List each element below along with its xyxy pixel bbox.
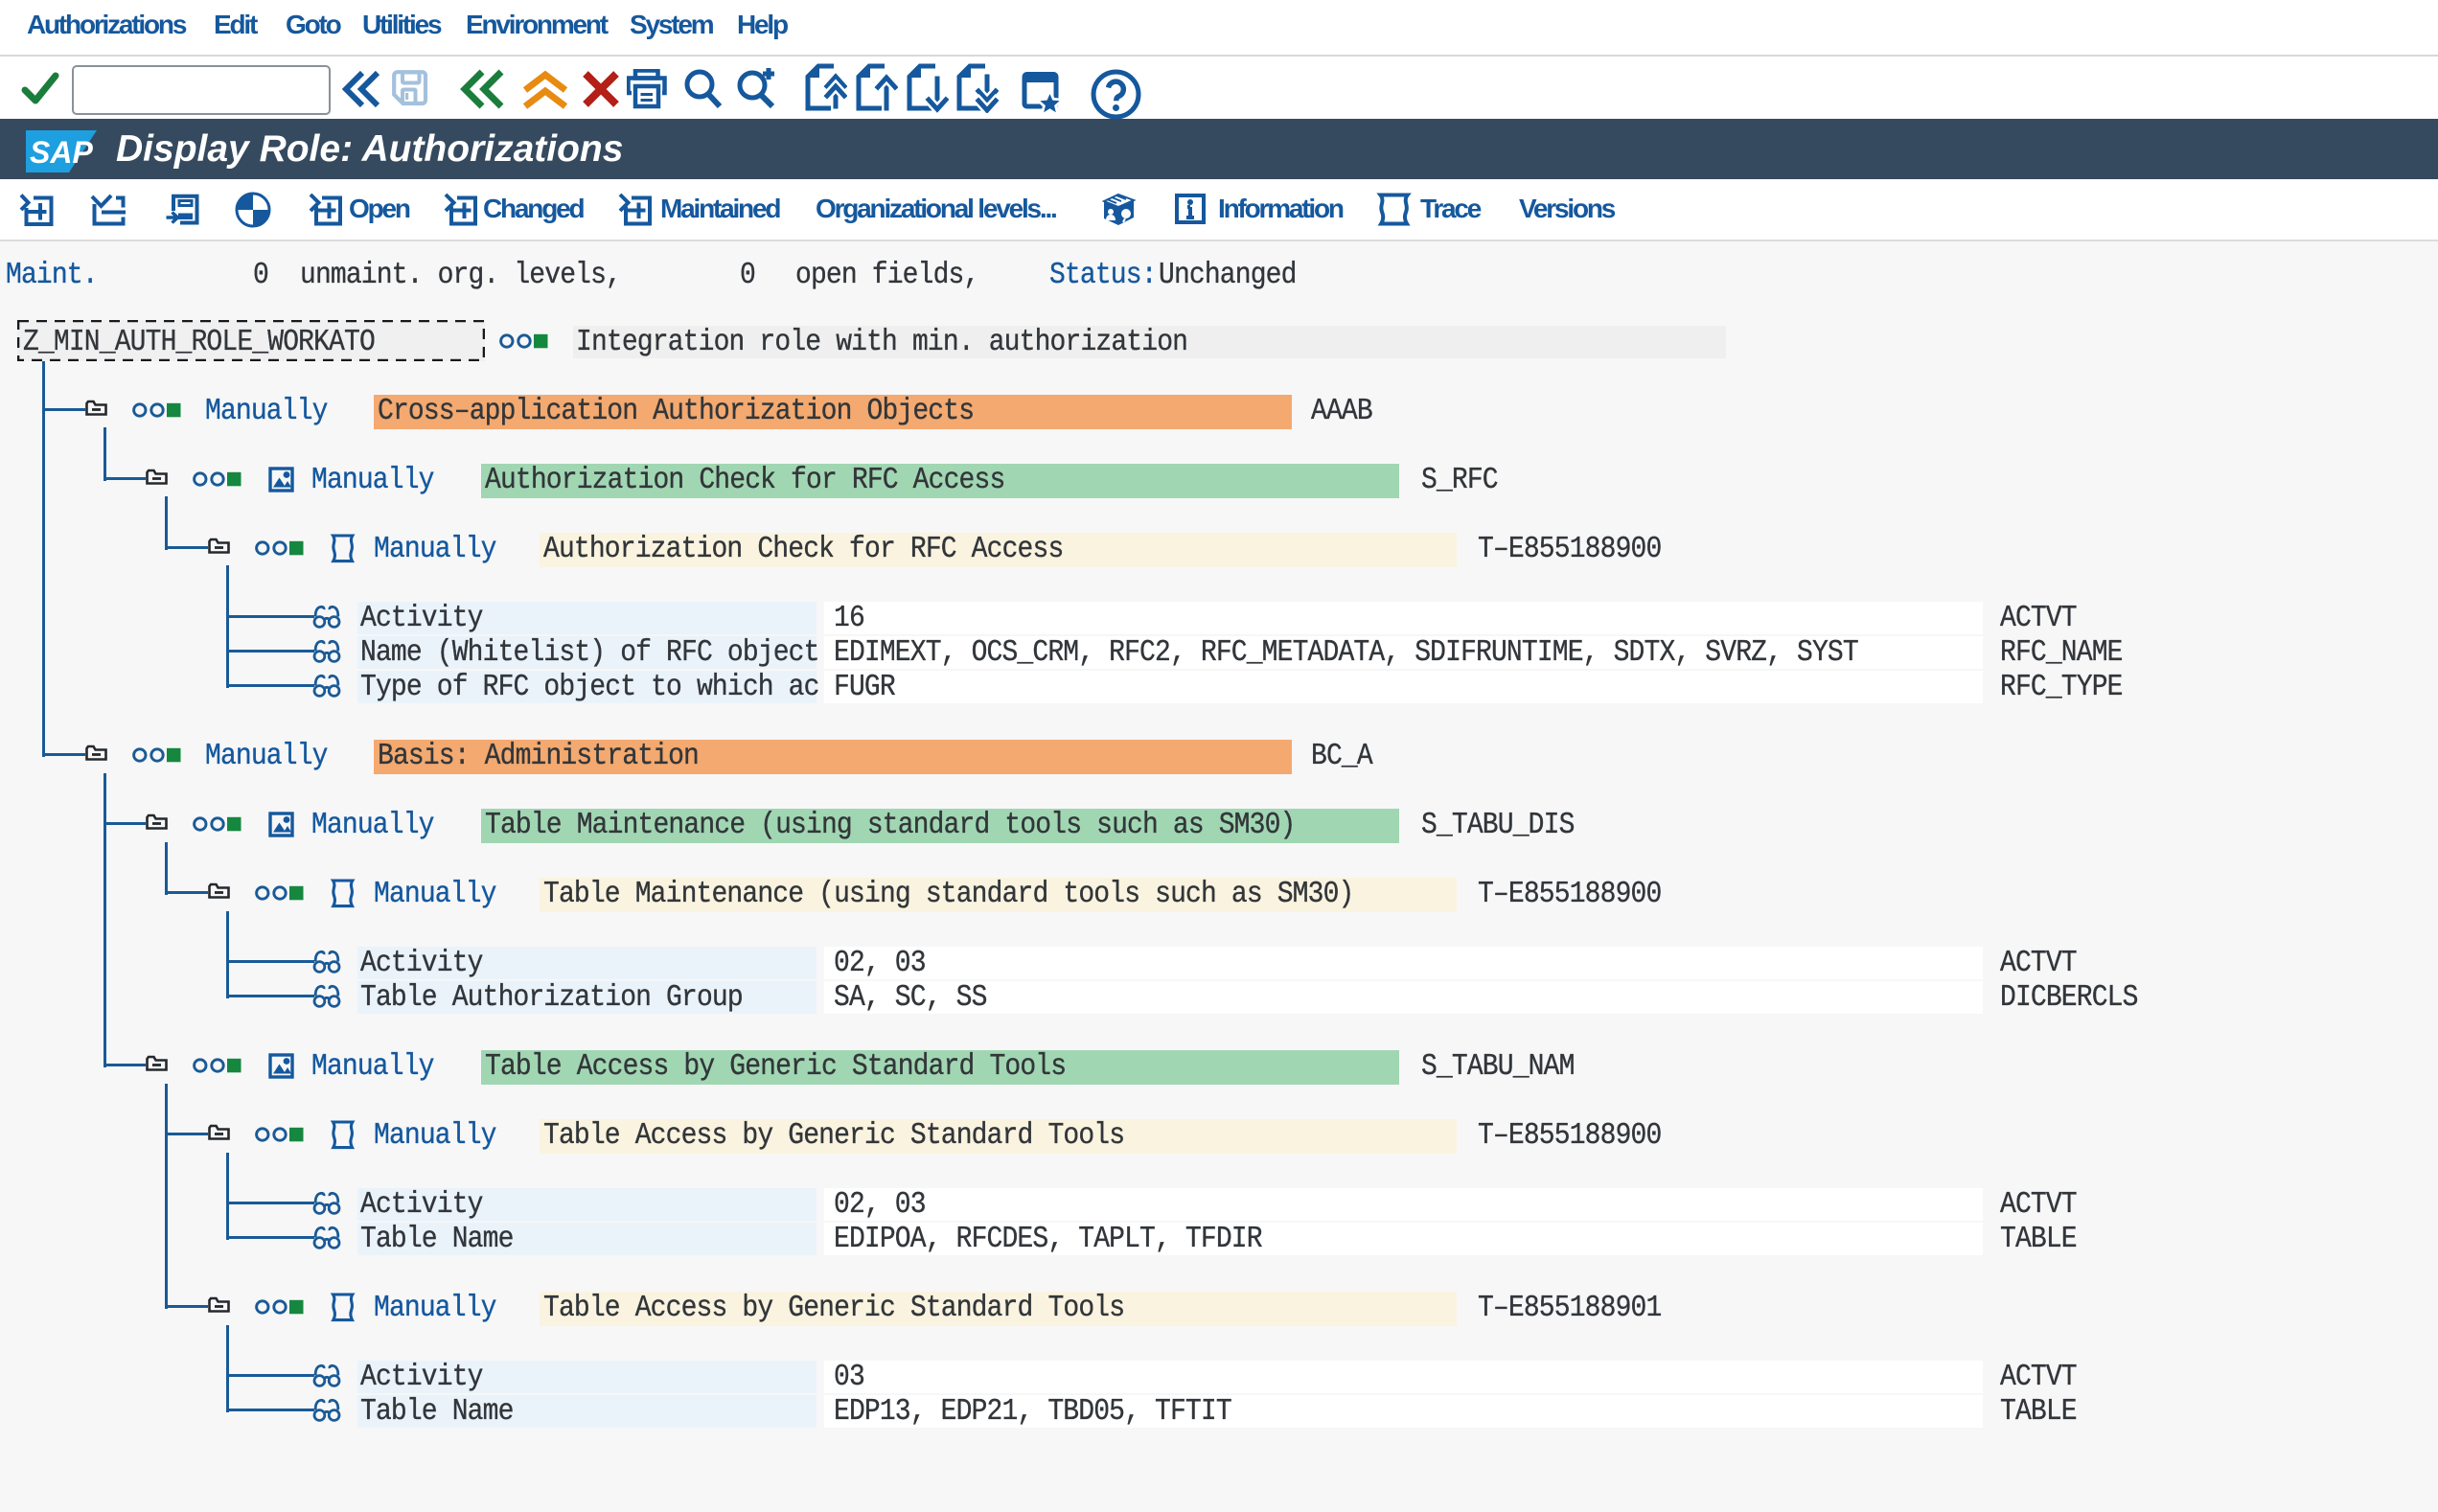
svg-text:SAP: SAP bbox=[30, 135, 93, 170]
